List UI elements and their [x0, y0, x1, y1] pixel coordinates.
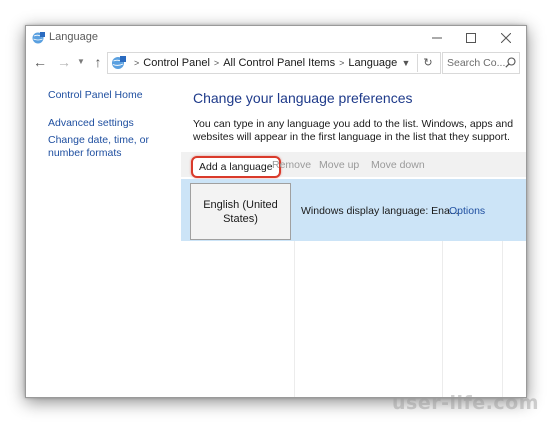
breadcrumb-separator: > [339, 58, 345, 68]
maximize-icon [466, 33, 476, 43]
display-language-status: Windows display language: Ena... [301, 205, 459, 217]
move-up-button[interactable]: Move up [319, 159, 359, 171]
recent-locations-button[interactable]: ▼ [76, 55, 86, 69]
column-divider [502, 241, 503, 397]
search-icon [505, 57, 516, 68]
arrow-left-icon: ← [33, 54, 47, 70]
maximize-button[interactable] [456, 26, 486, 50]
nav-advanced-settings[interactable]: Advanced settings [48, 117, 134, 130]
close-icon [501, 33, 511, 43]
language-toolbar: Add a language Remove Move up Move down [181, 152, 526, 178]
search-placeholder: Search Co... [447, 57, 506, 69]
up-button[interactable]: ↑ [90, 54, 106, 70]
search-input[interactable]: Search Co... [442, 52, 520, 74]
language-list: English (United States) Windows display … [181, 179, 526, 397]
address-dropdown-button[interactable]: ▼ [400, 56, 412, 70]
watermark: user-life.com [392, 392, 539, 414]
column-divider [442, 241, 443, 397]
breadcrumb-all-items[interactable]: All Control Panel Items [223, 57, 335, 69]
forward-button[interactable]: → [56, 54, 72, 70]
control-panel-icon [112, 56, 126, 69]
breadcrumb-control-panel[interactable]: Control Panel [143, 57, 210, 69]
breadcrumb-separator: > [134, 58, 140, 68]
list-item[interactable]: English (United States) Windows display … [181, 179, 526, 241]
minimize-icon [432, 37, 442, 39]
chevron-down-icon: ▼ [401, 58, 411, 68]
refresh-button[interactable]: ↻ [417, 54, 438, 72]
window-title: Language [49, 31, 98, 43]
close-button[interactable] [491, 26, 521, 50]
column-divider [294, 241, 295, 397]
add-language-button[interactable]: Add a language [191, 156, 281, 178]
page-description: You can type in any language you add to … [193, 118, 514, 143]
language-icon [32, 32, 45, 44]
breadcrumb: > Control Panel > All Control Panel Items > L… [130, 57, 397, 69]
navigation-bar: ← → ▼ ↑ > Control Panel > All Control Panel… [26, 52, 526, 74]
move-down-button[interactable]: Move down [371, 159, 425, 171]
page-title: Change your language preferences [193, 90, 413, 106]
arrow-right-icon: → [57, 54, 71, 70]
language-window: Language ← → ▼ ↑ > Control Panel > All C… [25, 25, 527, 398]
left-navigation: Control Panel Home Advanced settings Cha… [26, 78, 186, 397]
nav-change-date-time-formats[interactable]: Change date, time, or number formats [48, 134, 180, 160]
breadcrumb-separator: > [213, 58, 220, 68]
language-tile[interactable]: English (United States) [190, 183, 291, 240]
back-button[interactable]: ← [32, 54, 48, 70]
options-link[interactable]: Options [449, 205, 485, 217]
nav-control-panel-home[interactable]: Control Panel Home [48, 89, 143, 102]
minimize-button[interactable] [422, 26, 452, 50]
title-bar: Language [26, 26, 526, 50]
remove-button[interactable]: Remove [272, 159, 311, 171]
address-bar[interactable]: > Control Panel > All Control Panel Items > L… [107, 52, 441, 74]
refresh-icon: ↻ [423, 57, 433, 69]
arrow-up-icon: ↑ [94, 54, 102, 70]
breadcrumb-language[interactable]: Language [348, 57, 397, 69]
chevron-down-icon: ▼ [77, 57, 85, 66]
